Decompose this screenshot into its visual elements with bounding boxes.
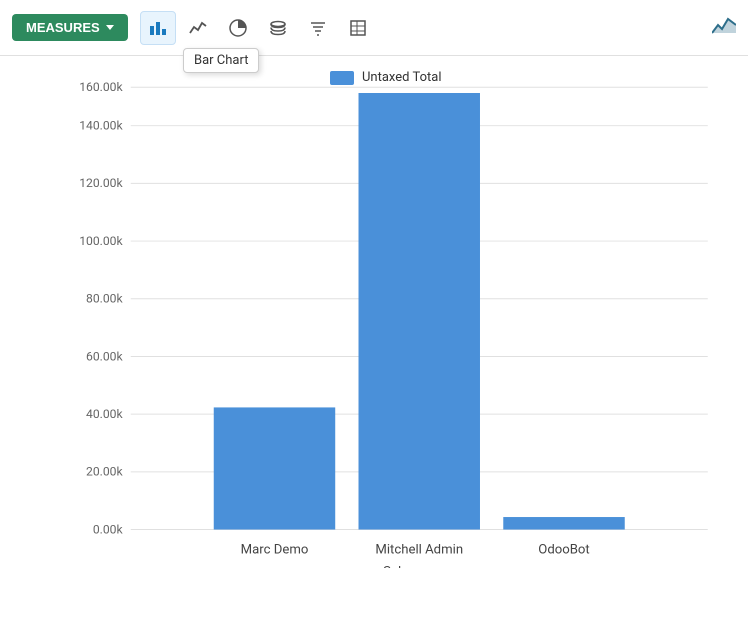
pivot-chart-icon bbox=[349, 19, 367, 37]
pie-chart-icon bbox=[229, 19, 247, 37]
stack-chart-icon bbox=[269, 19, 287, 37]
svg-text:120.00k: 120.00k bbox=[79, 177, 122, 191]
funnel-chart-button[interactable] bbox=[300, 11, 336, 45]
chart-area: Untaxed Total 0.00k 20.00k 40.00k 60.00k… bbox=[0, 56, 748, 628]
measures-label: MEASURES bbox=[26, 20, 100, 35]
svg-text:40.00k: 40.00k bbox=[86, 407, 123, 421]
line-chart-button[interactable] bbox=[180, 11, 216, 45]
area-chart-icon bbox=[712, 15, 736, 35]
line-chart-icon bbox=[189, 19, 207, 37]
pivot-chart-button[interactable] bbox=[340, 11, 376, 45]
legend-swatch bbox=[330, 71, 354, 85]
funnel-chart-icon bbox=[309, 19, 327, 37]
bar-chart-button[interactable] bbox=[140, 11, 176, 45]
top-right-chart-icon bbox=[712, 15, 736, 40]
legend-label: Untaxed Total bbox=[362, 70, 441, 85]
bar-chart-svg: 0.00k 20.00k 40.00k 60.00k 80.00k 100.00… bbox=[70, 68, 728, 568]
bar-odoobot[interactable] bbox=[503, 517, 624, 530]
svg-text:80.00k: 80.00k bbox=[86, 292, 123, 306]
chart-legend: Untaxed Total bbox=[330, 70, 441, 85]
toolbar: MEASURES bbox=[0, 0, 748, 56]
bar-chart-icon bbox=[149, 19, 167, 37]
measures-caret-icon bbox=[106, 25, 114, 30]
svg-text:160.00k: 160.00k bbox=[79, 80, 122, 94]
svg-text:100.00k: 100.00k bbox=[79, 234, 122, 248]
svg-text:Marc Demo: Marc Demo bbox=[241, 543, 309, 558]
svg-text:0.00k: 0.00k bbox=[93, 523, 123, 537]
pie-chart-button[interactable] bbox=[220, 11, 256, 45]
stack-chart-button[interactable] bbox=[260, 11, 296, 45]
tooltip-text: Bar Chart bbox=[183, 48, 259, 73]
svg-text:20.00k: 20.00k bbox=[86, 465, 123, 479]
tooltip: Bar Chart bbox=[183, 48, 259, 73]
svg-text:60.00k: 60.00k bbox=[86, 350, 123, 364]
bar-marc-demo[interactable] bbox=[214, 407, 335, 529]
svg-text:Mitchell Admin: Mitchell Admin bbox=[375, 543, 463, 558]
svg-text:OdooBot: OdooBot bbox=[538, 543, 589, 558]
svg-text:140.00k: 140.00k bbox=[79, 119, 122, 133]
measures-button[interactable]: MEASURES bbox=[12, 14, 128, 41]
svg-text:Salesperson: Salesperson bbox=[383, 565, 455, 568]
bar-mitchell-admin[interactable] bbox=[359, 93, 480, 530]
